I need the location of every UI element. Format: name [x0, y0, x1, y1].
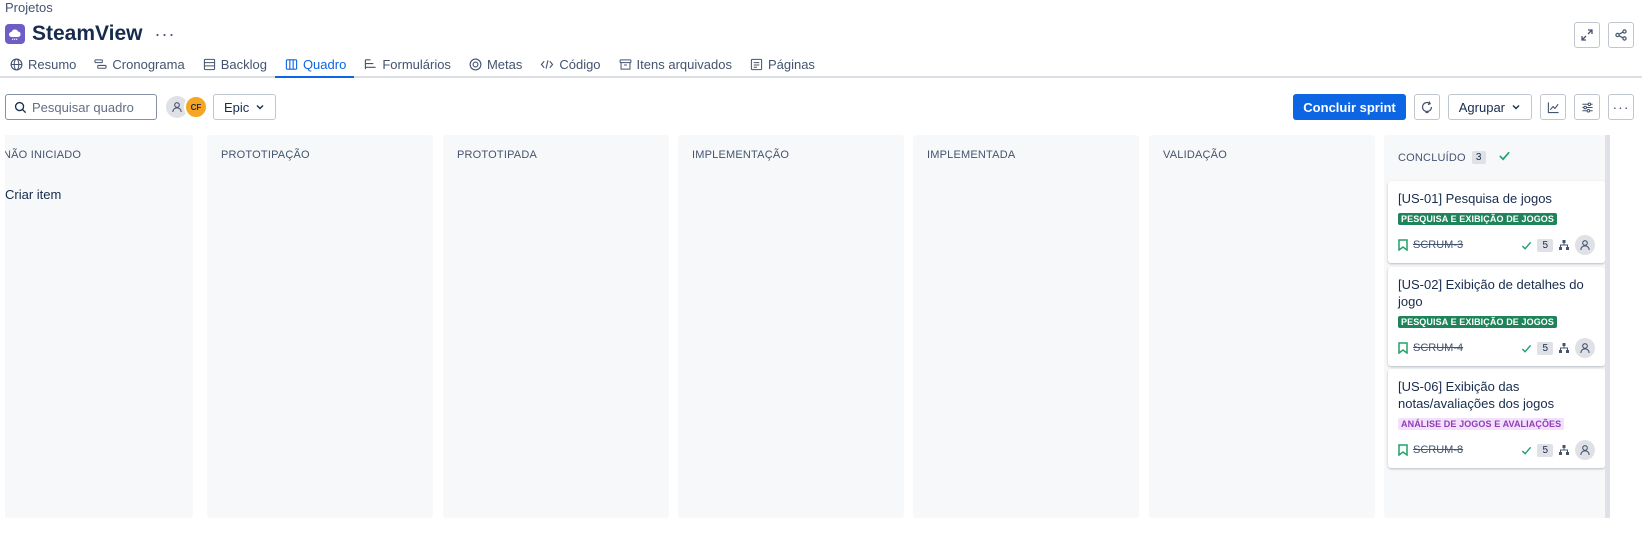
tab-formularios[interactable]: Formulários: [354, 52, 459, 76]
board: NÃO INICIADO Criar item PROTOTIPAÇÃO PRO…: [0, 135, 1642, 520]
epic-lozenge: PESQUISA E EXIBIÇÃO DE JOGOS: [1398, 316, 1558, 328]
card-title: [US-01] Pesquisa de jogos: [1398, 191, 1552, 206]
done-check-icon: [1522, 344, 1532, 353]
code-icon: [541, 59, 554, 69]
assignee-avatar[interactable]: [1575, 338, 1595, 358]
more-icon: ···: [1612, 99, 1630, 115]
cloud-icon: [5, 24, 25, 44]
column-nao-iniciado: NÃO INICIADO Criar item: [0, 135, 193, 518]
search-input[interactable]: [32, 99, 152, 115]
page-icon: [750, 58, 763, 70]
chevron-down-icon: [1512, 105, 1520, 110]
automation-icon: [1421, 101, 1432, 114]
column-validacao: VALIDAÇÃO: [1149, 135, 1375, 518]
assignee-avatar[interactable]: [1575, 440, 1595, 460]
sliders-icon: [1581, 101, 1593, 113]
story-icon: [1398, 342, 1408, 354]
hierarchy-icon: [1559, 240, 1569, 250]
share-icon: [1615, 29, 1627, 41]
page-title: SteamView: [32, 22, 143, 45]
board-scrollbar[interactable]: [1605, 135, 1610, 518]
person-icon: [1580, 343, 1590, 354]
fullscreen-button[interactable]: [1574, 22, 1600, 48]
column-title: PROTOTIPAÇÃO: [221, 149, 310, 161]
column-title: NÃO INICIADO: [3, 149, 82, 161]
issue-key[interactable]: SCRUM-4: [1413, 342, 1463, 354]
tab-cronograma[interactable]: Cronograma: [84, 52, 192, 76]
issue-count-badge: 3: [1471, 151, 1486, 164]
archive-icon: [619, 58, 631, 70]
done-check-icon: [1522, 446, 1532, 455]
board-toolbar: CF Epic Concluir sprint Agrupar ···: [0, 94, 1642, 124]
person-icon: [1580, 240, 1590, 251]
story-points: 5: [1537, 341, 1553, 355]
view-settings-button[interactable]: [1574, 94, 1600, 120]
column-title: IMPLEMENTADA: [927, 149, 1016, 161]
tab-metas[interactable]: Metas: [459, 52, 530, 76]
tab-resumo[interactable]: Resumo: [0, 52, 84, 76]
expand-icon: [1581, 29, 1593, 41]
avatar-filter: CF: [166, 95, 208, 119]
story-icon: [1398, 444, 1408, 456]
person-icon: [172, 102, 182, 113]
epic-filter-dropdown[interactable]: Epic: [213, 94, 277, 120]
column-title: PROTOTIPADA: [457, 149, 538, 161]
column-prototipacao: PROTOTIPAÇÃO: [207, 135, 433, 518]
tab-codigo[interactable]: Código: [530, 52, 608, 76]
search-box[interactable]: [5, 94, 157, 120]
share-button[interactable]: [1608, 22, 1634, 48]
column-title: CONCLUÍDO: [1398, 151, 1466, 164]
group-by-dropdown[interactable]: Agrupar: [1447, 94, 1532, 120]
complete-sprint-button[interactable]: Concluir sprint: [1293, 94, 1406, 120]
story-icon: [1398, 239, 1408, 251]
assignee-avatar[interactable]: [1575, 235, 1595, 255]
chevron-down-icon: [256, 105, 264, 110]
issue-key[interactable]: SCRUM-3: [1413, 239, 1463, 251]
automation-button[interactable]: [1413, 94, 1440, 120]
tab-paginas[interactable]: Páginas: [740, 52, 823, 76]
board-icon: [285, 58, 298, 70]
search-icon: [14, 101, 27, 113]
more-options-button[interactable]: ···: [1608, 94, 1634, 120]
issue-card[interactable]: [US-02] Exibição de detalhes do jogo PES…: [1388, 267, 1605, 366]
chart-line-icon: [1547, 101, 1559, 113]
story-points: 5: [1537, 443, 1553, 457]
globe-icon: [10, 58, 23, 70]
issue-key[interactable]: SCRUM-8: [1413, 444, 1463, 456]
board-scroll-edge: [0, 135, 5, 520]
column-title: VALIDAÇÃO: [1163, 149, 1227, 161]
column-prototipada: PROTOTIPADA: [443, 135, 669, 518]
card-title: [US-02] Exibição de detalhes do jogo: [1398, 277, 1584, 309]
form-icon: [365, 58, 376, 69]
backlog-icon: [203, 58, 215, 70]
person-icon: [1580, 445, 1590, 456]
done-check-icon: [1522, 241, 1532, 250]
tab-quadro[interactable]: Quadro: [274, 52, 355, 78]
project-tabs: Resumo Cronograma Backlog Quadro Formulá…: [0, 52, 1642, 78]
story-points: 5: [1537, 238, 1553, 252]
tab-backlog[interactable]: Backlog: [193, 52, 275, 76]
done-check-icon: [1498, 149, 1511, 166]
hierarchy-icon: [1559, 445, 1569, 455]
project-header: SteamView ···: [5, 22, 176, 46]
issue-card[interactable]: [US-01] Pesquisa de jogos PESQUISA E EXI…: [1388, 181, 1605, 263]
timeline-icon: [94, 58, 108, 69]
create-item-button[interactable]: Criar item: [5, 187, 61, 202]
tab-itens-arquivados[interactable]: Itens arquivados: [609, 52, 740, 76]
target-icon: [469, 58, 482, 70]
epic-lozenge: PESQUISA E EXIBIÇÃO DE JOGOS: [1398, 213, 1558, 225]
card-title: [US-06] Exibição das notas/avaliações do…: [1398, 379, 1555, 411]
column-title: IMPLEMENTAÇÃO: [692, 149, 790, 161]
column-concluido: CONCLUÍDO 3 [US-01] Pesquisa de jogos PE…: [1384, 135, 1610, 518]
insights-button[interactable]: [1540, 94, 1566, 120]
breadcrumb[interactable]: Projetos: [5, 0, 53, 15]
column-implementada: IMPLEMENTADA: [913, 135, 1139, 518]
epic-lozenge: ANÁLISE DE JOGOS E AVALIAÇÕES: [1398, 418, 1565, 430]
hierarchy-icon: [1559, 343, 1569, 353]
issue-card[interactable]: [US-06] Exibição das notas/avaliações do…: [1388, 369, 1605, 468]
column-implementacao: IMPLEMENTAÇÃO: [678, 135, 904, 518]
more-actions-icon[interactable]: ···: [155, 25, 176, 43]
avatar-cf[interactable]: CF: [184, 95, 208, 119]
